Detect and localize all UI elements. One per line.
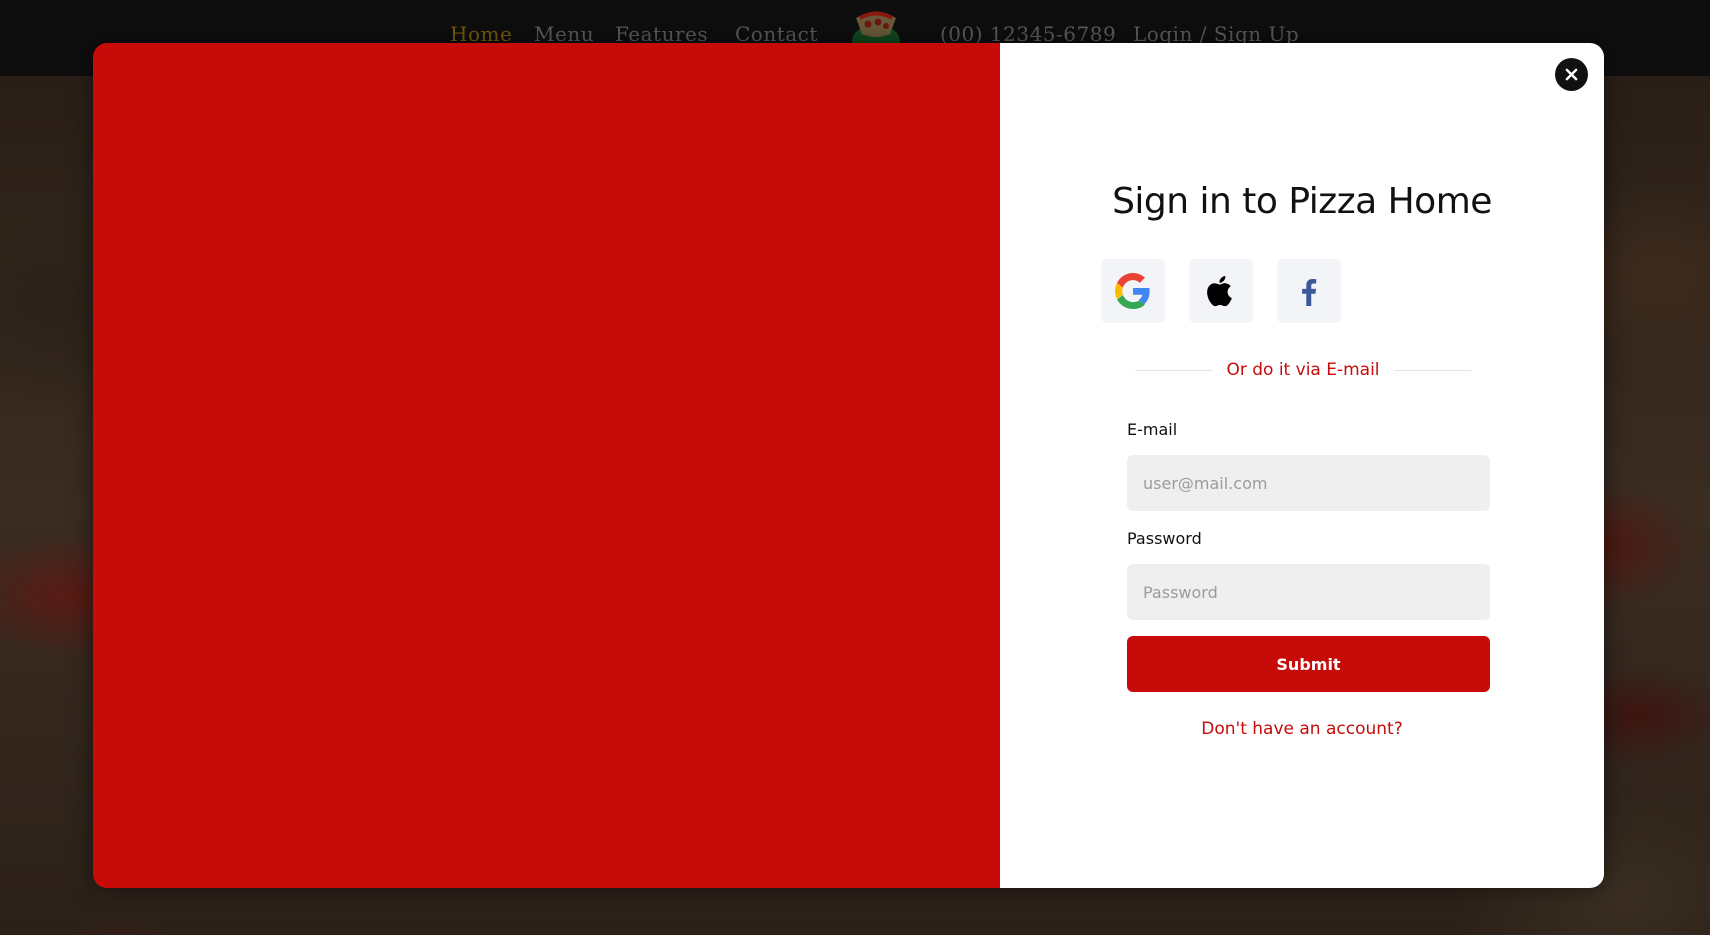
google-icon bbox=[1115, 273, 1150, 309]
apple-icon bbox=[1207, 276, 1232, 307]
apple-signin-button[interactable] bbox=[1189, 259, 1253, 323]
divider-line-right bbox=[1393, 369, 1472, 371]
close-button[interactable] bbox=[1555, 58, 1588, 91]
modal-form-panel: Sign in to Pizza Home Or do it via E-mai… bbox=[1000, 43, 1604, 888]
sign-in-modal: Sign in to Pizza Home Or do it via E-mai… bbox=[93, 43, 1604, 888]
password-field[interactable] bbox=[1127, 564, 1490, 620]
close-icon bbox=[1565, 68, 1578, 81]
divider-line-left bbox=[1135, 369, 1213, 371]
submit-button[interactable]: Submit bbox=[1127, 636, 1490, 692]
facebook-signin-button[interactable] bbox=[1277, 259, 1341, 323]
email-field[interactable] bbox=[1127, 455, 1490, 511]
password-label: Password bbox=[1127, 529, 1202, 548]
modal-title: Sign in to Pizza Home bbox=[1112, 181, 1492, 222]
google-signin-button[interactable] bbox=[1101, 259, 1165, 323]
email-divider: Or do it via E-mail bbox=[1135, 359, 1472, 381]
signup-link[interactable]: Don't have an account? bbox=[1000, 719, 1604, 739]
email-label: E-mail bbox=[1127, 420, 1178, 439]
divider-text: Or do it via E-mail bbox=[1226, 360, 1380, 380]
modal-image-panel bbox=[93, 43, 1000, 888]
facebook-icon bbox=[1302, 279, 1317, 306]
